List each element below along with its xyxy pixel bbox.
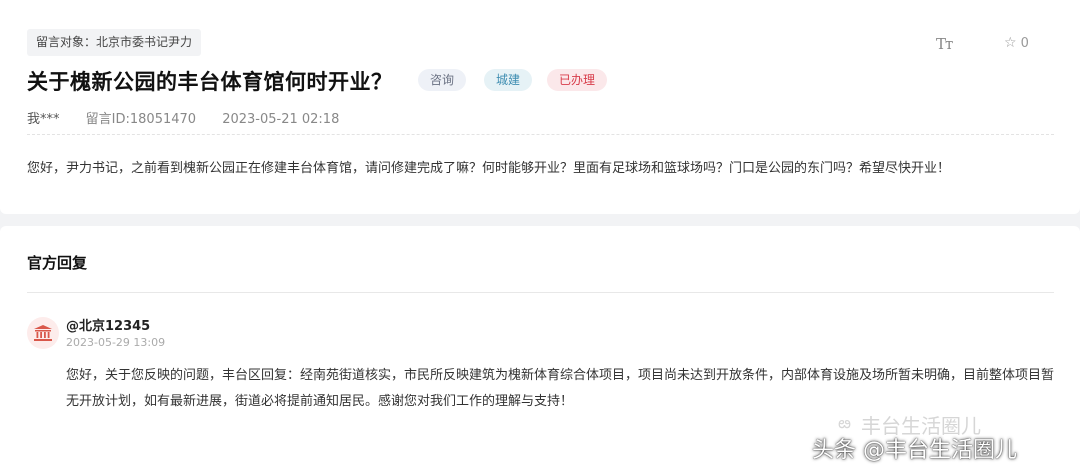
message-card: 留言对象：北京市委书记尹力 Tт ☆ 0 关于槐新公园的丰台体育馆何时开业？ 咨询… [0, 0, 1080, 214]
author-name: 我*** [27, 112, 60, 127]
category-badge-consult: 咨询 [418, 69, 467, 91]
message-id: 留言ID:18051470 [85, 112, 197, 127]
favorite-count: 0 [1020, 36, 1029, 51]
government-building-icon [34, 325, 52, 341]
divider [27, 134, 1054, 135]
category-badge-urban: 城建 [484, 69, 533, 91]
reply-heading: 官方回复 [27, 254, 88, 272]
divider [27, 292, 1054, 293]
status-badge: 已办理 [547, 69, 608, 91]
source-credit: 头条 @丰台生活圈儿 [812, 438, 1017, 463]
page-title: 关于槐新公园的丰台体育馆何时开业？ [27, 70, 393, 94]
responder-name: @北京12345 [66, 319, 151, 334]
message-body: 您好，尹力书记，之前看到槐新公园正在修建丰台体育馆，请问修建完成了嘛？何时能够开… [27, 161, 951, 176]
favorite-button[interactable]: ☆ 0 [1004, 35, 1029, 51]
reply-body: 您好，关于您反映的问题，丰台区回复：经南苑街道核实，市民所反映建筑为槐新体育综合… [66, 368, 1055, 409]
message-target-tag: 留言对象：北京市委书记尹力 [27, 29, 202, 56]
reply-timestamp: 2023-05-29 13:09 [66, 336, 166, 349]
font-size-icon[interactable]: Tт [936, 35, 953, 53]
star-icon: ☆ [1004, 35, 1017, 51]
message-timestamp: 2023-05-21 02:18 [222, 112, 340, 127]
avatar [27, 317, 59, 349]
message-meta: 我*** 留言ID:18051470 2023-05-21 02:18 [27, 108, 361, 127]
